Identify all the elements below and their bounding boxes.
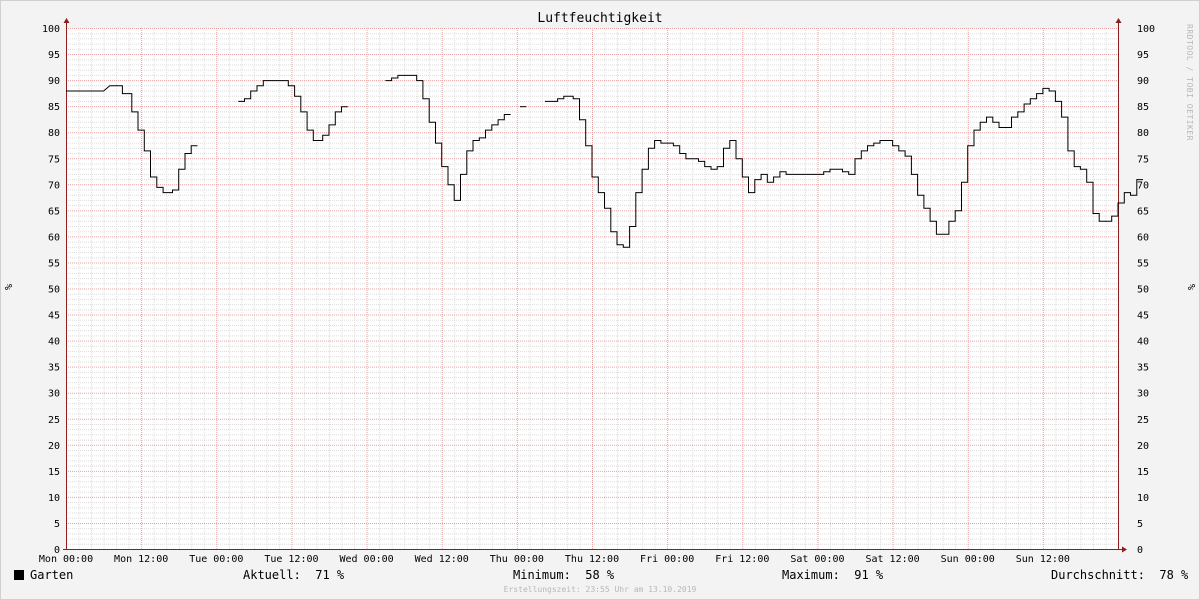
legend-min-value: 58 % [585, 568, 615, 582]
y-tick-label-right: 5 [1137, 519, 1143, 530]
legend-current-label: Aktuell: [243, 568, 301, 582]
y-tick-label-right: 20 [1137, 441, 1149, 452]
y-tick-label-left: 20 [48, 441, 60, 452]
y-tick-label-left: 50 [48, 285, 60, 296]
y-tick-label-right: 50 [1137, 285, 1149, 296]
y-tick-label-right: 30 [1137, 389, 1149, 400]
chart-title: Luftfeuchtigkeit [537, 11, 663, 26]
legend-max-label: Maximum: [782, 568, 840, 582]
x-tick-label: Fri 00:00 [640, 554, 694, 565]
y-tick-label-right: 65 [1137, 206, 1149, 217]
x-tick-label: Tue 00:00 [189, 554, 243, 565]
y-tick-label-left: 10 [48, 493, 60, 504]
x-tick-label: Fri 12:00 [715, 554, 769, 565]
x-tick-label: Sun 00:00 [941, 554, 995, 565]
y-tick-label-right: 35 [1137, 363, 1149, 374]
y-tick-label-left: 90 [48, 76, 60, 87]
y-tick-label-right: 95 [1137, 50, 1149, 61]
x-tick-label: Thu 12:00 [565, 554, 619, 565]
y-tick-label-left: 60 [48, 232, 60, 243]
y-tick-label-right: 40 [1137, 337, 1149, 348]
y-tick-label-left: 80 [48, 128, 60, 139]
x-tick-label: Thu 00:00 [490, 554, 544, 565]
y-axis-label-right: % [1185, 284, 1196, 291]
y-axis-label-left: % [4, 284, 15, 291]
y-tick-label-left: 55 [48, 258, 60, 269]
y-tick-label-left: 65 [48, 206, 60, 217]
y-tick-label-right: 10 [1137, 493, 1149, 504]
y-tick-label-right: 60 [1137, 232, 1149, 243]
y-tick-label-left: 15 [48, 467, 60, 478]
y-tick-label-right: 75 [1137, 154, 1149, 165]
x-tick-label: Mon 00:00 [39, 554, 93, 565]
x-tick-label: Wed 12:00 [415, 554, 469, 565]
x-tick-label: Sun 12:00 [1016, 554, 1070, 565]
legend-max: Maximum: 91 % [782, 568, 883, 582]
legend-avg: Durchschnitt: 78 % [1051, 568, 1188, 582]
y-tick-label-right: 90 [1137, 76, 1149, 87]
legend-current-value: 71 % [315, 568, 345, 582]
legend-series-name: Garten [30, 568, 74, 582]
legend-max-value: 91 % [854, 568, 884, 582]
x-tick-label: Sat 00:00 [790, 554, 844, 565]
y-tick-label-right: 45 [1137, 311, 1149, 322]
y-tick-label-right: 70 [1137, 180, 1149, 191]
x-tick-label: Wed 00:00 [339, 554, 393, 565]
x-tick-label: Tue 12:00 [264, 554, 318, 565]
y-tick-label-left: 25 [48, 415, 60, 426]
x-tick-label: Mon 12:00 [114, 554, 168, 565]
y-tick-label-left: 5 [54, 519, 60, 530]
y-tick-label-left: 75 [48, 154, 60, 165]
y-tick-label-left: 45 [48, 311, 60, 322]
x-axis-arrow [1122, 546, 1127, 553]
y-tick-label-left: 30 [48, 389, 60, 400]
legend-swatch [14, 570, 24, 580]
legend-min: Minimum: 58 % [513, 568, 614, 582]
legend-current: Aktuell: 71 % [243, 568, 344, 582]
legend-avg-label: Durchschnitt: [1051, 568, 1145, 582]
y-tick-label-right: 15 [1137, 467, 1149, 478]
legend-min-label: Minimum: [513, 568, 571, 582]
y-tick-label-left: 70 [48, 180, 60, 191]
y-tick-label-right: 80 [1137, 128, 1149, 139]
chart-svg: 0 05 510 1015 1520 2025 2530 3035 3540 4045 4550 50… [39, 18, 1155, 565]
legend-avg-value: 78 % [1159, 568, 1189, 582]
y-tick-label-left: 95 [48, 50, 60, 61]
footer-timestamp: Erstellungszeit: 23:55 Uhr am 13.10.2019 [503, 585, 697, 594]
watermark: RRDTOOL / TOBI OETIKER [1185, 24, 1194, 141]
y-tick-label-left: 35 [48, 363, 60, 374]
y-tick-label-right: 85 [1137, 102, 1149, 113]
y-tick-label-right: 25 [1137, 415, 1149, 426]
y-tick-label-left: 40 [48, 337, 60, 348]
y-tick-label-right: 0 [1137, 545, 1143, 556]
x-tick-label: Sat 12:00 [865, 554, 919, 565]
y-tick-label-right: 55 [1137, 258, 1149, 269]
y-tick-label-left: 85 [48, 102, 60, 113]
